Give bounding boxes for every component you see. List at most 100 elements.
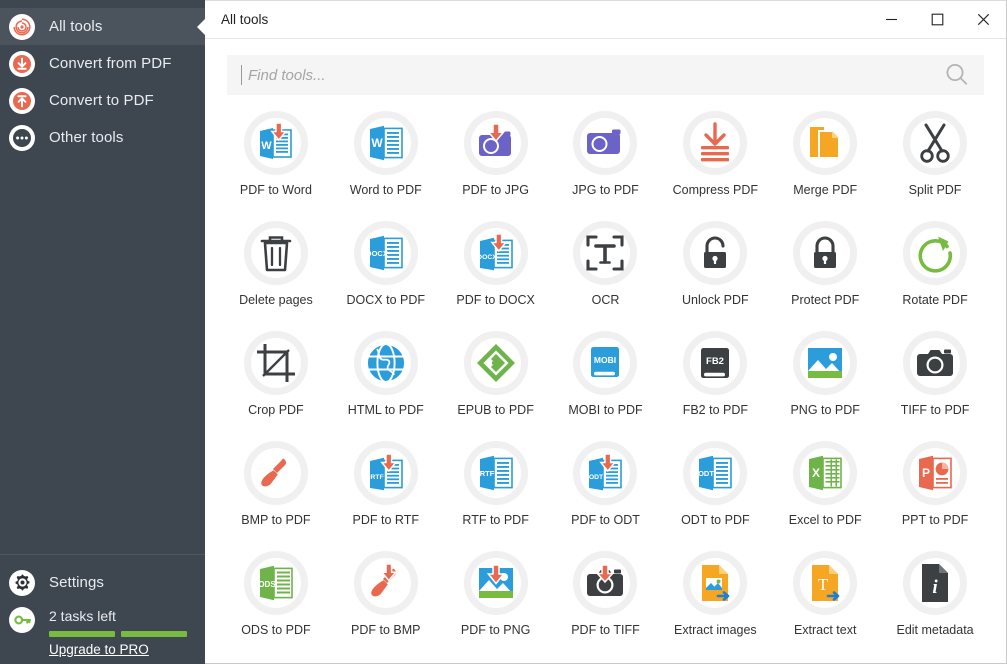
- tool-jpg-to-pdf[interactable]: JPG to PDF: [551, 107, 661, 217]
- tool-rtf-to-pdf[interactable]: RTFRTF to PDF: [441, 437, 551, 547]
- pdf-to-png-icon: [464, 551, 528, 615]
- tool-label: Edit metadata: [896, 623, 973, 637]
- tool-ppt-to-pdf[interactable]: P PPT to PDF: [880, 437, 990, 547]
- tool-label: PDF to RTF: [353, 513, 419, 527]
- tool-extract-images[interactable]: Extract images: [660, 547, 770, 657]
- ods-to-pdf-icon: ODS: [244, 551, 308, 615]
- sidebar-item-settings[interactable]: Settings: [0, 564, 205, 601]
- tool-split-pdf[interactable]: Split PDF: [880, 107, 990, 217]
- minimize-button[interactable]: [868, 1, 914, 39]
- tool-png-to-pdf[interactable]: PNG to PDF: [770, 327, 880, 437]
- svg-text:RTF: RTF: [370, 474, 383, 481]
- svg-text:i: i: [932, 577, 938, 598]
- sidebar-item-label: Convert from PDF: [49, 55, 171, 72]
- tool-mobi-to-pdf[interactable]: MOBIMOBI to PDF: [551, 327, 661, 437]
- tool-label: PDF to JPG: [462, 183, 529, 197]
- tool-label: ODT to PDF: [681, 513, 750, 527]
- tool-label: EPUB to PDF: [457, 403, 533, 417]
- tool-label: ODS to PDF: [241, 623, 310, 637]
- tool-odt-to-pdf[interactable]: ODT ODT to PDF: [660, 437, 770, 547]
- pdf-to-word-icon: W: [244, 111, 308, 175]
- tool-label: Protect PDF: [791, 293, 859, 307]
- tool-label: Delete pages: [239, 293, 313, 307]
- sidebar-item-label: Other tools: [49, 129, 123, 146]
- search-box[interactable]: [227, 55, 984, 95]
- tool-epub-to-pdf[interactable]: EPUB to PDF: [441, 327, 551, 437]
- svg-text:DOCX: DOCX: [366, 249, 388, 258]
- tool-label: Unlock PDF: [682, 293, 749, 307]
- tool-rotate-pdf[interactable]: Rotate PDF: [880, 217, 990, 327]
- tool-label: JPG to PDF: [572, 183, 639, 197]
- camera-icon: [903, 331, 967, 395]
- sidebar-item-other-tools[interactable]: Other tools: [0, 119, 205, 156]
- tool-fb2-to-pdf[interactable]: FB2FB2 to PDF: [660, 327, 770, 437]
- tool-crop-pdf[interactable]: Crop PDF: [221, 327, 331, 437]
- tool-bmp-to-pdf[interactable]: BMP to PDF: [221, 437, 331, 547]
- svg-text:W: W: [371, 136, 383, 150]
- tool-label: PDF to BMP: [351, 623, 420, 637]
- sidebar-nav: All tools Convert from PDF: [0, 0, 205, 156]
- tool-label: OCR: [592, 293, 620, 307]
- tool-label: FB2 to PDF: [683, 403, 748, 417]
- sidebar-item-label: All tools: [49, 18, 102, 35]
- tool-unlock-pdf[interactable]: Unlock PDF: [660, 217, 770, 327]
- pdf-to-docx-icon: DOCX: [464, 221, 528, 285]
- sidebar-item-all-tools[interactable]: All tools: [0, 8, 205, 45]
- tool-label: Compress PDF: [673, 183, 758, 197]
- svg-text:P: P: [922, 466, 930, 480]
- tool-pdf-to-jpg[interactable]: PDF to JPG: [441, 107, 551, 217]
- tool-pdf-to-word[interactable]: W PDF to Word: [221, 107, 331, 217]
- progress-segment: [121, 631, 187, 637]
- sidebar-item-convert-from-pdf[interactable]: Convert from PDF: [0, 45, 205, 82]
- tool-label: Word to PDF: [350, 183, 422, 197]
- svg-text:ODS: ODS: [258, 580, 276, 589]
- tool-word-to-pdf[interactable]: W Word to PDF: [331, 107, 441, 217]
- tool-pdf-to-tiff[interactable]: PDF to TIFF: [551, 547, 661, 657]
- tool-pdf-to-png[interactable]: PDF to PNG: [441, 547, 551, 657]
- tool-label: Merge PDF: [793, 183, 857, 197]
- tool-label: PDF to TIFF: [571, 623, 640, 637]
- tool-merge-pdf[interactable]: Merge PDF: [770, 107, 880, 217]
- tasks-left-content: 2 tasks left Upgrade to PRO: [49, 607, 187, 659]
- tool-docx-to-pdf[interactable]: DOCXDOCX to PDF: [331, 217, 441, 327]
- svg-text:ODT: ODT: [589, 474, 604, 481]
- pdf-to-rtf-icon: RTF: [354, 441, 418, 505]
- tool-protect-pdf[interactable]: Protect PDF: [770, 217, 880, 327]
- ellipsis-circle-icon: [9, 125, 35, 151]
- window-title: All tools: [205, 12, 868, 27]
- rtf-to-pdf-icon: RTF: [464, 441, 528, 505]
- tool-pdf-to-odt[interactable]: ODT PDF to ODT: [551, 437, 661, 547]
- upgrade-to-pro-link[interactable]: Upgrade to PRO: [49, 642, 149, 657]
- close-button[interactable]: [960, 1, 1006, 39]
- tool-html-to-pdf[interactable]: HTML to PDF: [331, 327, 441, 437]
- tool-excel-to-pdf[interactable]: XExcel to PDF: [770, 437, 880, 547]
- compress-pdf-icon: [683, 111, 747, 175]
- tool-label: PDF to Word: [240, 183, 312, 197]
- tool-edit-metadata[interactable]: i Edit metadata: [880, 547, 990, 657]
- edit-metadata-info-icon: i: [903, 551, 967, 615]
- progress-segment: [49, 631, 115, 637]
- tool-pdf-to-bmp[interactable]: PDF to BMP: [331, 547, 441, 657]
- tool-ocr[interactable]: OCR: [551, 217, 661, 327]
- sidebar-item-convert-to-pdf[interactable]: Convert to PDF: [0, 82, 205, 119]
- tool-label: Split PDF: [909, 183, 962, 197]
- odt-to-pdf-icon: ODT: [683, 441, 747, 505]
- tool-compress-pdf[interactable]: Compress PDF: [660, 107, 770, 217]
- title-bar: All tools: [205, 1, 1006, 39]
- tool-pdf-to-docx[interactable]: DOCX PDF to DOCX: [441, 217, 551, 327]
- maximize-button[interactable]: [914, 1, 960, 39]
- tool-label: Excel to PDF: [789, 513, 862, 527]
- tool-delete-pages[interactable]: Delete pages: [221, 217, 331, 327]
- tool-label: HTML to PDF: [348, 403, 424, 417]
- tool-pdf-to-rtf[interactable]: RTF PDF to RTF: [331, 437, 441, 547]
- tool-ods-to-pdf[interactable]: ODS ODS to PDF: [221, 547, 331, 657]
- tool-label: PPT to PDF: [902, 513, 968, 527]
- merge-pdf-icon: [793, 111, 857, 175]
- tool-tiff-to-pdf[interactable]: TIFF to PDF: [880, 327, 990, 437]
- sidebar: All tools Convert from PDF: [0, 0, 205, 664]
- search-input[interactable]: [248, 67, 942, 84]
- tool-label: Extract images: [674, 623, 757, 637]
- tool-extract-text[interactable]: T Extract text: [770, 547, 880, 657]
- key-icon: [9, 607, 35, 633]
- search-icon[interactable]: [942, 60, 972, 90]
